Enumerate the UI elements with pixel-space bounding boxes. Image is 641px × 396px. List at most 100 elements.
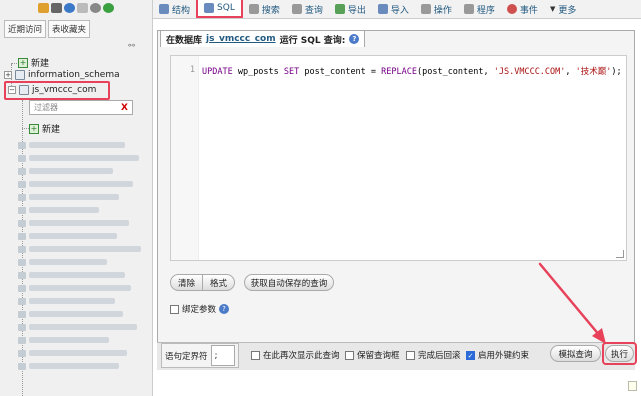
tree-item-information-schema[interactable]: + information_schema xyxy=(4,70,120,80)
keep-box-checkbox[interactable] xyxy=(345,350,354,360)
get-autosaved-query-button[interactable]: 获取自动保存的查询 xyxy=(244,274,334,291)
show-again-checkbox[interactable] xyxy=(251,350,260,360)
legend-suffix: 运行 SQL 查询: xyxy=(279,35,346,46)
help-icon[interactable]: ? xyxy=(349,34,360,44)
option-rollback[interactable]: 完成后回滚 xyxy=(406,349,461,361)
reload-icon[interactable] xyxy=(103,3,114,13)
option-show-again[interactable]: 在此再次显示此查询 xyxy=(251,349,340,361)
table-filter-input[interactable]: 过滤器 X xyxy=(29,100,133,115)
tab-structure[interactable]: 结构 xyxy=(153,0,196,19)
tab-more[interactable]: ▼ 更多 xyxy=(544,0,582,19)
list-item xyxy=(18,192,152,202)
sql-keyword: REPLACE xyxy=(381,67,417,77)
clear-filter-icon[interactable]: X xyxy=(121,103,128,113)
routines-icon xyxy=(463,4,474,14)
delimiter-field: 语句定界符 ; xyxy=(161,343,239,368)
tree-item-new-table[interactable]: + 新建 xyxy=(29,122,60,135)
line-number: 1 xyxy=(189,65,195,75)
clear-button[interactable]: 清除 xyxy=(171,275,202,290)
foreign-keys-checkbox[interactable]: ✓ xyxy=(466,350,475,360)
option-foreign-keys[interactable]: ✓ 启用外键约束 xyxy=(466,349,529,361)
option-label: 在此再次显示此查询 xyxy=(263,351,340,361)
query-icon xyxy=(291,4,302,14)
console-icon[interactable] xyxy=(628,381,637,391)
option-label: 完成后回滚 xyxy=(418,351,461,361)
tree-item-new-db[interactable]: + 新建 xyxy=(18,56,49,69)
resize-grip[interactable] xyxy=(616,250,624,258)
list-item xyxy=(18,270,152,280)
bind-params-row: 绑定参数 ? xyxy=(170,303,230,315)
bind-params-checkbox[interactable] xyxy=(170,304,179,314)
delimiter-label: 语句定界符 xyxy=(165,351,208,362)
tab-import[interactable]: 导入 xyxy=(372,0,415,19)
link-icon[interactable]: ⚯ xyxy=(128,41,135,50)
tab-favorites[interactable]: 表收藏夹 xyxy=(48,20,91,38)
sql-editor[interactable]: 1 UPDATE wp_posts SET post_content = REP… xyxy=(170,55,627,261)
tab-export[interactable]: 导出 xyxy=(329,0,372,19)
tree-item-label: 新建 xyxy=(42,125,61,135)
tab-events[interactable]: 事件 xyxy=(501,0,544,19)
structure-icon xyxy=(159,4,169,14)
rollback-checkbox[interactable] xyxy=(406,350,415,360)
tree-line xyxy=(22,128,29,129)
tab-label: 搜索 xyxy=(261,5,280,16)
list-item xyxy=(18,166,152,176)
tab-routines[interactable]: 程序 xyxy=(458,0,501,19)
highlight-box xyxy=(4,81,110,100)
sidebar-icon-bar xyxy=(0,0,152,17)
delimiter-input[interactable]: ; xyxy=(210,345,235,366)
tab-recent[interactable]: 近期访问 xyxy=(4,20,47,38)
info-icon[interactable] xyxy=(64,3,75,13)
legend-prefix: 在数据库 xyxy=(166,35,203,46)
sql-icon xyxy=(204,3,215,13)
more-icon: ▼ xyxy=(549,5,556,13)
list-item xyxy=(18,296,152,306)
list-item xyxy=(18,244,152,254)
tab-label: 操作 xyxy=(433,5,452,16)
settings-icon[interactable] xyxy=(90,3,101,13)
list-item xyxy=(18,348,152,358)
tab-label: 导入 xyxy=(390,5,409,16)
expand-icon[interactable]: + xyxy=(4,71,12,79)
list-item xyxy=(18,361,152,371)
editor-button-group: 清除 格式 xyxy=(170,274,236,291)
format-button[interactable]: 格式 xyxy=(202,275,234,290)
list-item xyxy=(18,205,152,215)
list-item xyxy=(18,140,152,150)
tree-item-label: information_schema xyxy=(28,70,120,80)
sql-code-line[interactable]: UPDATE wp_posts SET post_content = REPLA… xyxy=(202,65,622,77)
search-icon xyxy=(248,4,259,14)
wrench-icon xyxy=(420,4,431,14)
option-label: 启用外键约束 xyxy=(478,351,530,361)
tab-search[interactable]: 搜索 xyxy=(243,0,286,19)
tab-label: 更多 xyxy=(558,5,577,16)
sql-text: wp_posts xyxy=(232,67,284,77)
filter-placeholder: 过滤器 xyxy=(34,103,58,112)
events-icon xyxy=(506,4,517,14)
annotation-arrow xyxy=(538,262,606,344)
exit-icon[interactable] xyxy=(51,3,62,13)
list-item xyxy=(18,257,152,267)
docs-icon[interactable] xyxy=(77,3,88,13)
tab-operations[interactable]: 操作 xyxy=(415,0,458,19)
tab-label: 导出 xyxy=(347,5,366,16)
bottom-strip xyxy=(157,378,641,396)
query-legend: 在数据库 js_vmccc_com 运行 SQL 查询: ? xyxy=(160,30,366,47)
tab-query[interactable]: 查询 xyxy=(286,0,329,19)
list-item xyxy=(18,231,152,241)
new-db-icon: + xyxy=(18,57,28,68)
legend-db-link[interactable]: js_vmccc_com xyxy=(206,34,276,44)
database-icon xyxy=(15,70,25,80)
list-item xyxy=(18,218,152,228)
export-icon xyxy=(334,4,345,14)
tree-item-label: 新建 xyxy=(31,59,50,69)
option-keep-box[interactable]: 保留查询框 xyxy=(345,349,400,361)
home-icon[interactable] xyxy=(38,3,49,13)
sql-text: , xyxy=(565,67,576,77)
list-item xyxy=(18,283,152,293)
tab-sql[interactable]: SQL xyxy=(196,0,243,18)
tab-label: 程序 xyxy=(476,5,495,16)
help-icon[interactable]: ? xyxy=(219,304,230,314)
sql-keyword: UPDATE xyxy=(202,67,233,77)
import-icon xyxy=(377,4,388,14)
